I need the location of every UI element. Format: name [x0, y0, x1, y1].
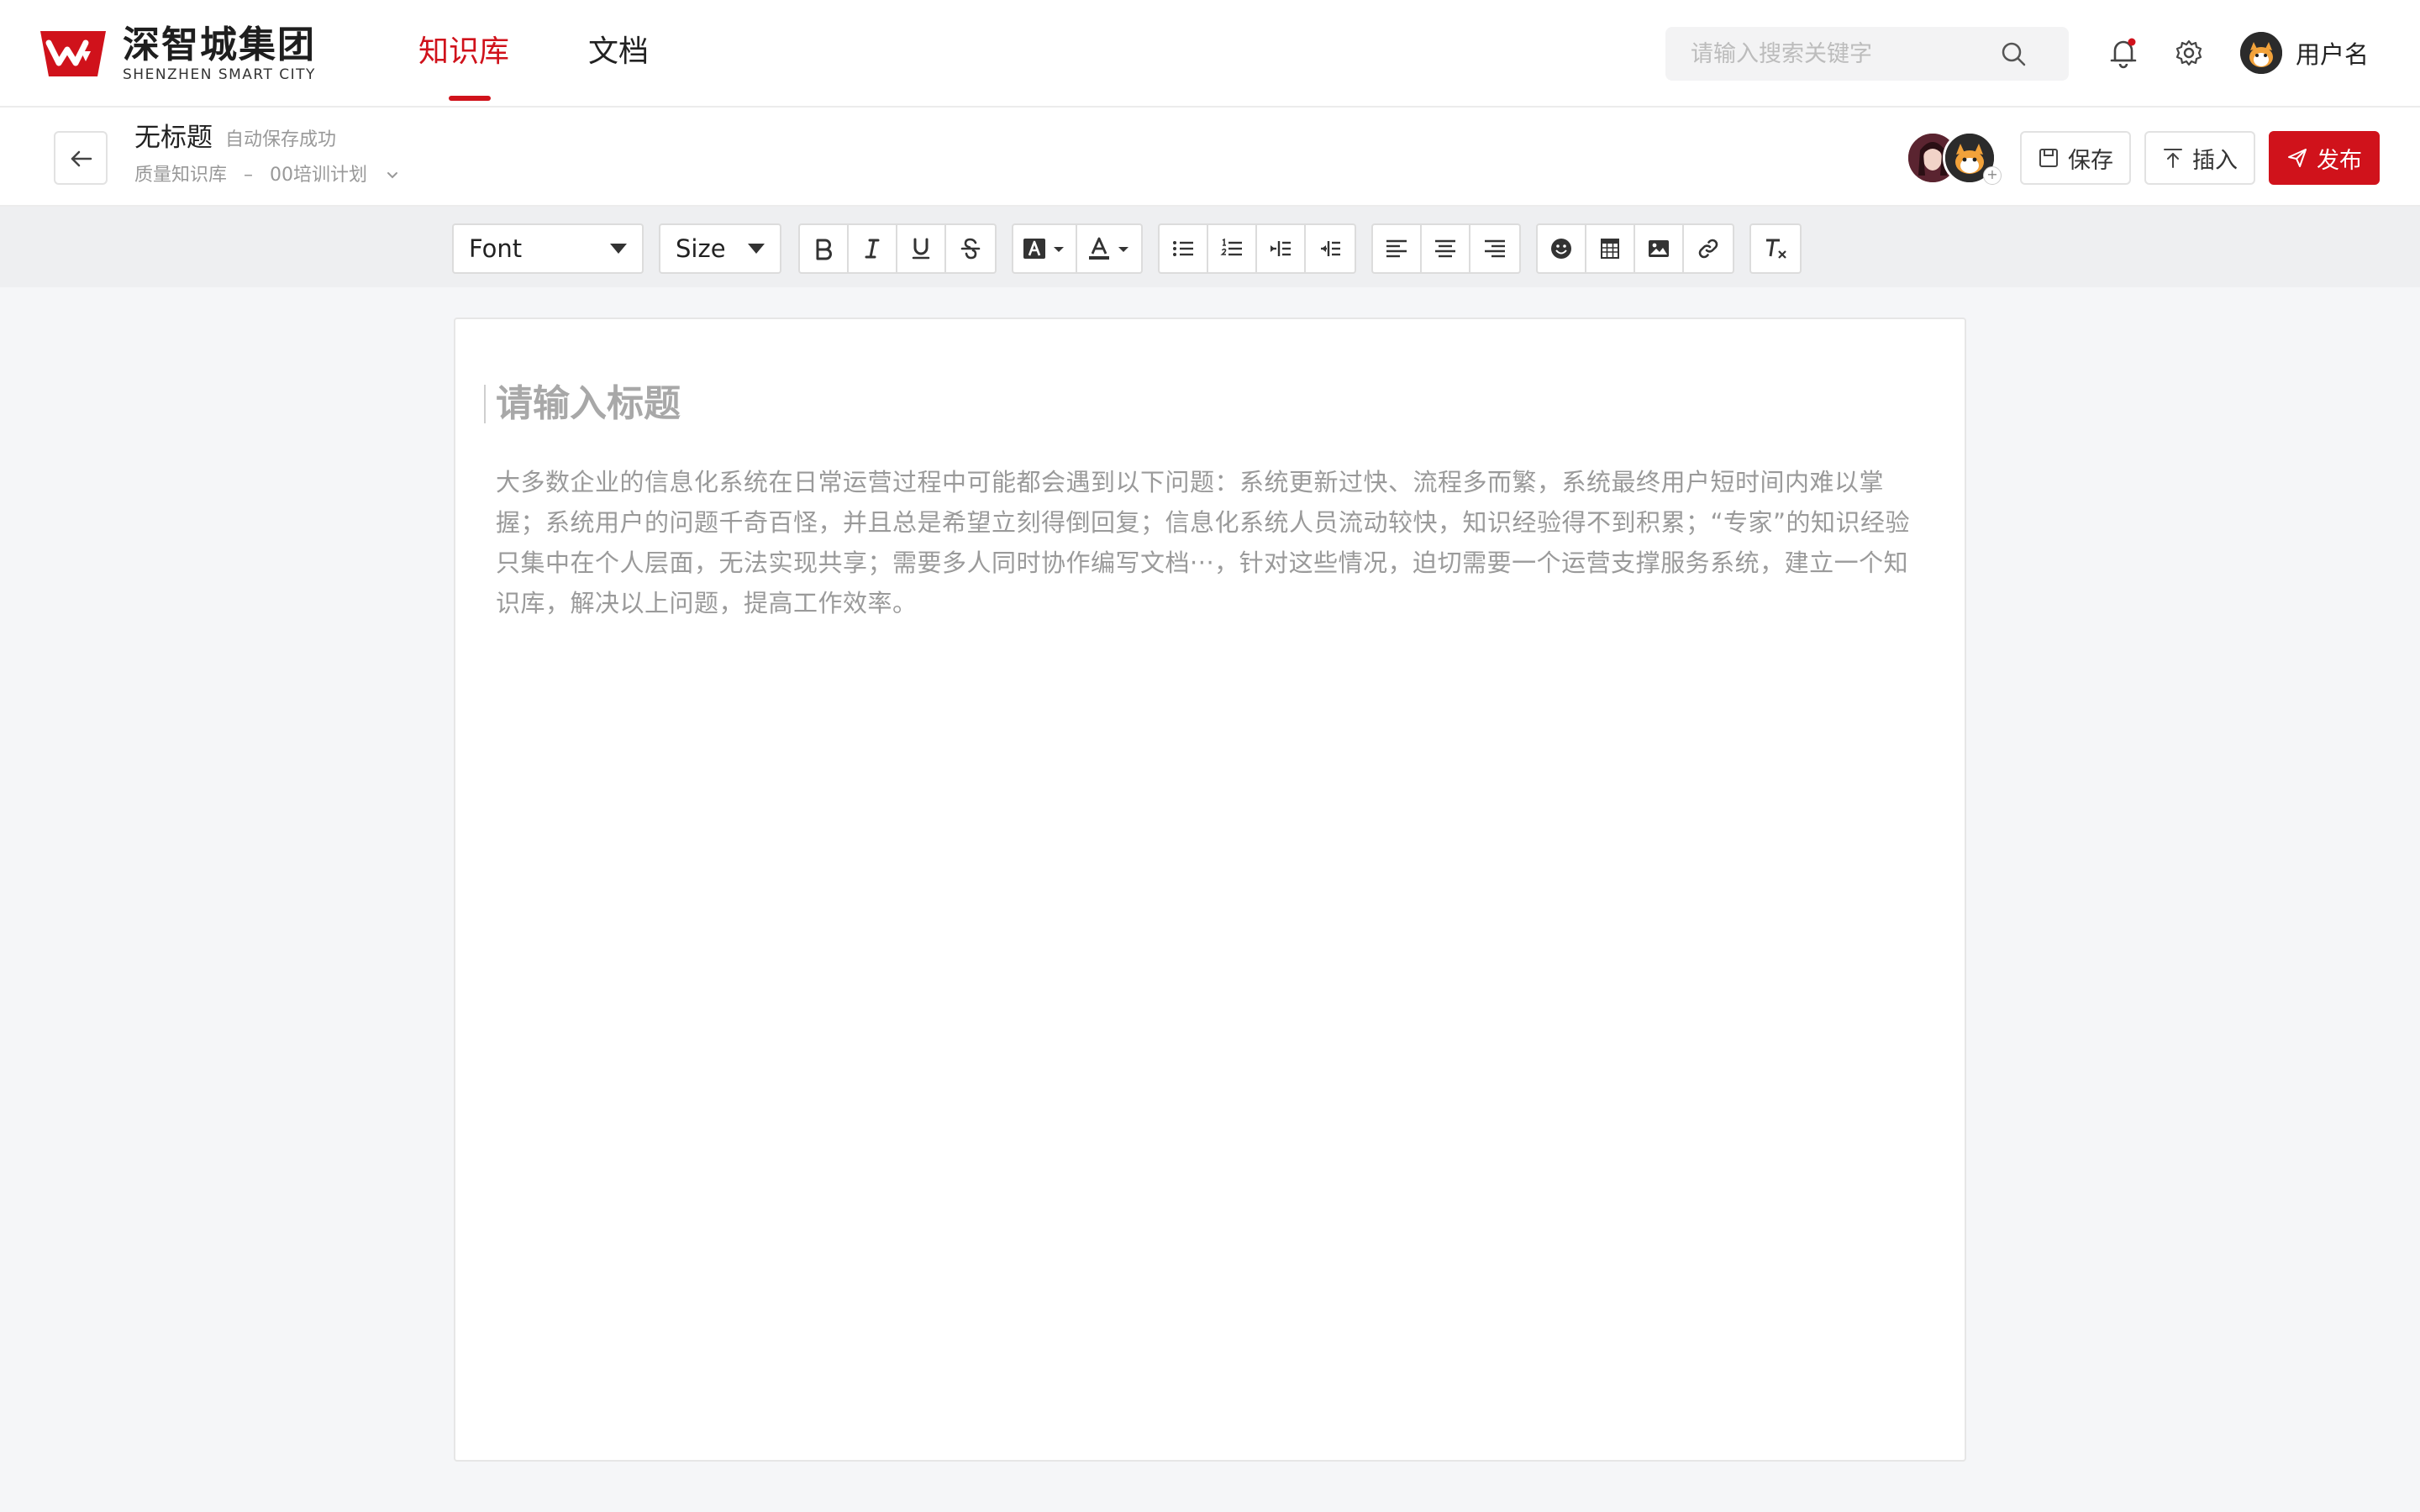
align-center-icon	[1435, 239, 1455, 258]
background-color-button[interactable]	[1013, 225, 1077, 272]
chevron-down-icon[interactable]	[384, 167, 401, 184]
strikethrough-icon	[960, 238, 981, 260]
breadcrumb-item[interactable]: 00培训计划	[270, 163, 367, 188]
save-label: 保存	[2068, 147, 2113, 174]
search-icon[interactable]	[2000, 40, 2027, 67]
breadcrumb[interactable]: 质量知识库 – 00培训计划	[134, 163, 401, 188]
avatar	[2240, 32, 2282, 74]
align-group	[1371, 223, 1521, 274]
font-color-button[interactable]	[1077, 225, 1141, 272]
clear-format-icon	[1766, 239, 1786, 259]
save-icon	[2039, 149, 2058, 167]
image-button[interactable]	[1635, 225, 1684, 272]
outdent-icon	[1321, 241, 1340, 256]
font-select[interactable]: Font	[452, 223, 644, 274]
document-header: 无标题 自动保存成功 质量知识库 – 00培训计划 + 保存 插入 发布	[0, 108, 2420, 207]
image-icon	[1649, 240, 1669, 257]
autosave-status: 自动保存成功	[225, 129, 337, 150]
background-color-icon	[1023, 239, 1064, 259]
underline-button[interactable]	[897, 225, 946, 272]
italic-icon	[865, 239, 880, 259]
notification-dot	[2128, 38, 2136, 46]
bell-icon[interactable]	[2109, 37, 2138, 69]
clear-format-button[interactable]	[1751, 225, 1800, 272]
text-style-group	[798, 223, 997, 274]
tab-documents[interactable]: 文档	[588, 29, 649, 76]
logo-mark-icon	[40, 31, 106, 76]
bullet-list-button[interactable]	[1160, 225, 1208, 272]
emoji-icon	[1551, 239, 1571, 259]
breadcrumb-item[interactable]: 质量知识库	[134, 163, 227, 188]
align-left-icon	[1386, 239, 1407, 258]
brand-name-cn: 深智城集团	[123, 24, 316, 66]
outdent-button[interactable]	[1306, 225, 1355, 272]
link-icon	[1698, 239, 1718, 259]
editor-toolbar: Font Size	[0, 207, 2420, 287]
active-tab-indicator	[449, 96, 491, 101]
collaborators[interactable]: +	[1906, 129, 2007, 186]
user-menu[interactable]: 用户名	[2240, 32, 2369, 74]
insert-label: 插入	[2192, 147, 2238, 174]
color-group	[1012, 223, 1143, 274]
align-right-button[interactable]	[1470, 225, 1519, 272]
brand-logo[interactable]: 深智城集团 SHENZHEN SMART CITY	[37, 25, 316, 82]
font-select-value: Font	[469, 234, 523, 263]
search-box	[1665, 27, 2069, 81]
table-icon	[1601, 239, 1619, 259]
caret-down-icon	[748, 244, 765, 254]
arrow-left-icon	[71, 150, 92, 167]
publish-label: 发布	[2317, 147, 2362, 174]
back-button[interactable]	[54, 131, 108, 185]
list-group	[1158, 223, 1356, 274]
body-input[interactable]: 大多数企业的信息化系统在日常运营过程中可能都会遇到以下问题：系统更新过快、流程多…	[496, 462, 1933, 623]
send-icon	[2288, 149, 2307, 167]
link-button[interactable]	[1684, 225, 1733, 272]
text-cursor	[484, 385, 486, 423]
gear-icon[interactable]	[2175, 39, 2203, 67]
indent-button[interactable]	[1257, 225, 1306, 272]
align-center-button[interactable]	[1422, 225, 1470, 272]
editor-canvas[interactable]: 请输入标题 大多数企业的信息化系统在日常运营过程中可能都会遇到以下问题：系统更新…	[454, 318, 1966, 1462]
align-left-button[interactable]	[1373, 225, 1422, 272]
save-button[interactable]: 保存	[2020, 131, 2131, 185]
clear-format-group	[1749, 223, 1802, 274]
document-title: 无标题	[134, 123, 213, 153]
underline-icon	[912, 238, 930, 260]
search-input[interactable]	[1691, 27, 2010, 81]
brand-name-en: SHENZHEN SMART CITY	[123, 66, 316, 83]
table-button[interactable]	[1586, 225, 1635, 272]
bold-icon	[816, 239, 832, 260]
insert-group	[1536, 223, 1734, 274]
indent-icon	[1270, 241, 1291, 256]
breadcrumb-separator: –	[244, 165, 254, 186]
tab-knowledge-base[interactable]: 知识库	[418, 29, 509, 76]
font-color-icon	[1089, 237, 1128, 260]
size-select-value: Size	[676, 234, 726, 263]
top-nav: 深智城集团 SHENZHEN SMART CITY 知识库 文档 请输入搜索关键…	[0, 0, 2420, 108]
user-name: 用户名	[2296, 40, 2370, 69]
italic-button[interactable]	[849, 225, 897, 272]
align-right-icon	[1485, 239, 1505, 258]
insert-button[interactable]: 插入	[2144, 131, 2255, 185]
numbered-list-button[interactable]	[1208, 225, 1257, 272]
size-select[interactable]: Size	[659, 223, 781, 274]
bold-button[interactable]	[800, 225, 849, 272]
bullet-list-icon	[1173, 241, 1193, 256]
title-input[interactable]: 请输入标题	[496, 375, 1924, 433]
numbered-list-icon	[1220, 238, 1242, 256]
publish-button[interactable]: 发布	[2269, 131, 2380, 185]
add-collaborator-icon[interactable]: +	[1983, 166, 2002, 185]
emoji-button[interactable]	[1538, 225, 1586, 272]
strikethrough-button[interactable]	[946, 225, 995, 272]
upload-icon	[2164, 149, 2182, 168]
caret-down-icon	[610, 244, 627, 254]
